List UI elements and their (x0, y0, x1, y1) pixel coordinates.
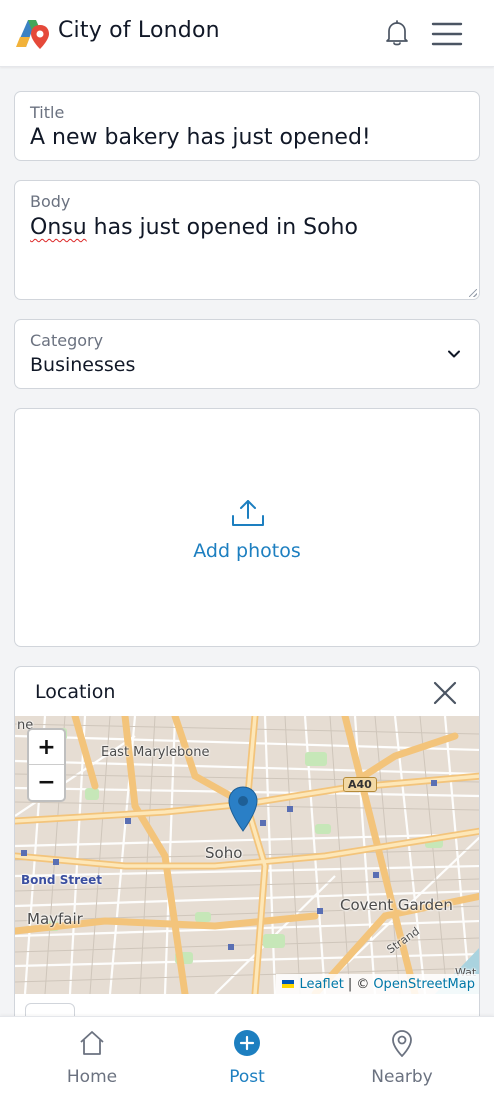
osm-link[interactable]: OpenStreetMap (373, 977, 475, 992)
add-photos-dropzone[interactable]: Add photos (14, 408, 480, 647)
body-field[interactable]: Body Onsu has just opened in Soho (14, 180, 480, 300)
bottom-nav: Home Post Nearby (0, 1016, 494, 1098)
hamburger-menu-icon[interactable] (431, 21, 463, 47)
nav-home[interactable]: Home (32, 1017, 152, 1098)
nav-post-label: Post (229, 1067, 265, 1087)
title-label: Title (30, 103, 65, 122)
body-text: has just opened in Soho (86, 215, 358, 240)
category-value: Businesses (30, 354, 136, 376)
map-pin-marker-icon[interactable] (228, 786, 258, 832)
app-header: City of London (0, 0, 494, 67)
nav-post[interactable]: Post (187, 1017, 307, 1098)
zoom-in-button[interactable]: + (29, 730, 64, 765)
map-label-bond-street: Bond Street (21, 873, 103, 887)
title-field[interactable]: Title A new bakery has just opened! (14, 91, 480, 161)
zoom-out-button[interactable]: − (29, 765, 64, 800)
zoom-control: + − (27, 728, 66, 802)
map-label-soho: Soho (205, 844, 243, 862)
road-shield-a40: A40 (343, 777, 377, 792)
nav-nearby[interactable]: Nearby (342, 1017, 462, 1098)
nav-home-label: Home (66, 1067, 118, 1087)
attribution-separator: | © (347, 976, 370, 992)
title-input[interactable]: A new bakery has just opened! (30, 125, 371, 150)
map-attribution: Leaflet | © OpenStreetMap (275, 974, 479, 994)
location-map[interactable]: ne East Marylebone A40 Soho Bond Street … (15, 716, 479, 994)
bell-icon[interactable] (384, 19, 410, 47)
body-textarea[interactable]: Onsu has just opened in Soho (30, 215, 358, 240)
close-icon[interactable] (433, 681, 457, 705)
resize-handle[interactable] (469, 289, 477, 297)
category-select[interactable]: Category Businesses (14, 319, 480, 389)
map-label-mayfair: Mayfair (27, 910, 83, 928)
map-label-east-marylebone: East Marylebone (101, 745, 210, 760)
leaflet-link[interactable]: Leaflet (300, 977, 344, 992)
location-card: Location ne East Marylebone A40 Soho Bon… (14, 666, 480, 1066)
nav-nearby-label: Nearby (371, 1067, 433, 1087)
app-title: City of London (58, 18, 220, 43)
body-label: Body (30, 192, 71, 211)
location-title: Location (35, 681, 116, 703)
map-pin-icon (392, 1030, 412, 1057)
map-label-covent-garden: Covent Garden (340, 896, 453, 914)
ukraine-flag-icon (281, 980, 294, 988)
upload-icon (232, 500, 264, 526)
plus-circle-icon (234, 1030, 260, 1056)
chevron-down-icon (448, 350, 460, 358)
category-label: Category (30, 331, 104, 350)
add-photos-label: Add photos (193, 540, 301, 562)
home-icon (80, 1031, 104, 1055)
map-tiles (15, 716, 479, 994)
misspelled-word: Onsu (30, 215, 87, 240)
city-logo-icon (16, 20, 49, 49)
